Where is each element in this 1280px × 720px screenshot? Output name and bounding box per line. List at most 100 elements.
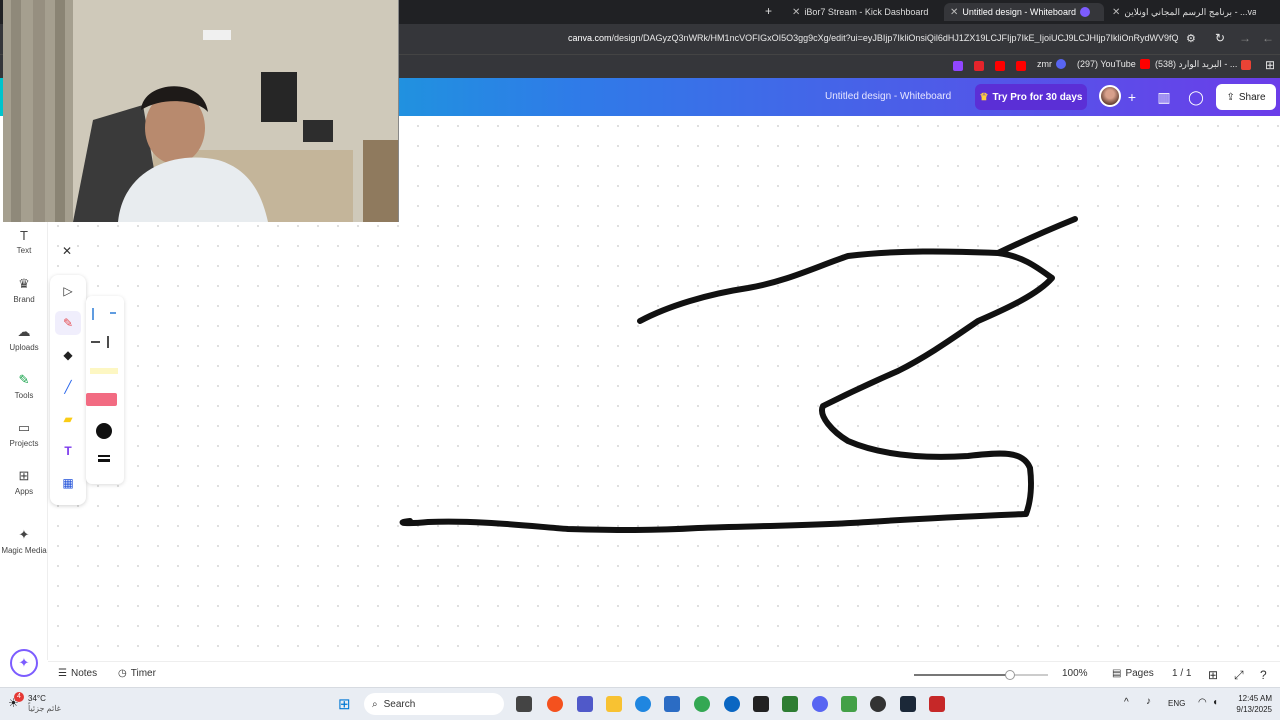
reload-icon[interactable]: ↻ [1215, 31, 1225, 45]
webcam-overlay [3, 0, 399, 222]
pen-options-panel [86, 296, 132, 484]
sidebar-item-label: Brand [13, 295, 35, 304]
pages-button[interactable]: ▤ Pages [1112, 668, 1154, 679]
task-view-icon[interactable] [516, 696, 532, 712]
share-label: Share [1238, 91, 1266, 103]
tools-icon: ✎ [18, 372, 30, 387]
back-icon[interactable]: ← [1262, 31, 1274, 45]
bookmark-zmr[interactable]: zmr [1037, 59, 1066, 69]
close-tab-icon[interactable]: ✕ [950, 7, 958, 18]
left-sidebar: T Text ♛ Brand ☁ Uploads ✎ Tools ▭ Proje… [0, 222, 48, 660]
start-icon[interactable]: ⊞ [338, 695, 351, 713]
close-tab-icon[interactable]: ✕ [792, 7, 800, 18]
webcam-image [3, 0, 398, 222]
notes-button[interactable]: ☰ Notes [58, 668, 97, 679]
app-icon[interactable] [753, 696, 769, 712]
obs-icon[interactable] [870, 696, 886, 712]
timer-button[interactable]: ◷ Timer [118, 668, 156, 679]
language-indicator[interactable]: ENG [1168, 699, 1185, 708]
sidebar-item-label: Apps [14, 487, 34, 496]
url-path: /design/DAGyzQ3nWRk/HM1ncVOFIGxOI5O3gg9c… [611, 33, 1178, 43]
app-icon[interactable] [724, 696, 740, 712]
pen-color-swatch[interactable] [96, 423, 112, 439]
weather-widget[interactable]: ☀ 4 34°C غائم جزئياً [8, 692, 61, 714]
document-title[interactable]: Untitled design - Whiteboard [825, 91, 951, 102]
clock-time: 12:45 AM [1238, 694, 1272, 703]
zoom-slider[interactable] [914, 670, 1048, 680]
url-domain: canva.com [568, 33, 612, 43]
sidebar-item-projects[interactable]: ▭ Projects [0, 420, 48, 448]
store-icon[interactable] [664, 696, 680, 712]
table-tool-icon[interactable]: ▦ [55, 471, 81, 495]
system-clock[interactable]: 12:45 AM 9/13/2025 [1192, 693, 1272, 715]
youtube-icon[interactable] [995, 61, 1005, 71]
zoom-level[interactable]: 100% [1062, 668, 1088, 679]
forward-icon[interactable]: → [1239, 31, 1251, 45]
text-tool-icon[interactable]: T [55, 439, 81, 463]
tray-overflow-icon[interactable]: ^ [1124, 697, 1129, 708]
bookmark-gmail[interactable]: (538) البريد الوارد - ... [1155, 59, 1252, 70]
canva-icon [1079, 7, 1090, 17]
youtube-icon[interactable] [1016, 61, 1026, 71]
file-explorer-icon[interactable] [606, 696, 622, 712]
line-tool-icon[interactable]: ╱ [55, 375, 81, 399]
sidebar-item-tools[interactable]: ✎ Tools [0, 372, 48, 400]
share-button[interactable]: ⇪ Share [1216, 84, 1276, 110]
discord-icon[interactable] [812, 696, 828, 712]
folder-icon: ▭ [17, 420, 31, 435]
teams-icon[interactable] [577, 696, 593, 712]
insights-button[interactable]: ▥ [1150, 84, 1178, 110]
bookmark-youtube[interactable]: (297) YouTube [1077, 59, 1150, 69]
app-icon[interactable] [929, 696, 945, 712]
sidebar-item-text[interactable]: T Text [0, 228, 48, 255]
twitch-icon[interactable] [953, 61, 963, 71]
apps-grid-icon[interactable]: ⊞ [1265, 58, 1275, 72]
chrome-icon[interactable] [694, 696, 710, 712]
help-icon[interactable]: ? [1260, 668, 1267, 682]
sparkle-icon: ✦ [18, 655, 30, 670]
site-settings-icon[interactable]: ⚙ [1186, 32, 1196, 45]
microphone-icon[interactable]: ♪ [1146, 696, 1151, 707]
url-field[interactable]: canva.com/design/DAGyzQ3nWRk/HM1ncVOFIGx… [568, 33, 1178, 43]
freehand-stroke[interactable] [995, 216, 1078, 256]
bookmark-label: (538) البريد الوارد - ... [1155, 59, 1238, 69]
stroke-weight-icon[interactable] [98, 455, 110, 457]
sticky-note-tool-icon[interactable]: ▰ [55, 407, 81, 431]
text-icon: T [20, 228, 28, 243]
stroke-weight-icon[interactable] [98, 459, 110, 462]
close-tools-button[interactable]: ✕ [60, 244, 74, 258]
taskbar-search[interactable]: ⌕ Search [364, 693, 504, 715]
try-pro-button[interactable]: ♛ Try Pro for 30 days [975, 84, 1087, 110]
sidebar-item-uploads[interactable]: ☁ Uploads [0, 324, 48, 352]
shapes-tool-icon[interactable]: ◆ [55, 343, 81, 367]
sidebar-item-apps[interactable]: ⊞ Apps [0, 468, 48, 496]
tab-kick-dashboard[interactable]: ✕ iBor7 Stream - Kick Dashboard [786, 3, 936, 21]
freehand-stroke[interactable] [399, 248, 1055, 533]
sidebar-item-brand[interactable]: ♛ Brand [0, 276, 48, 304]
tab-label: iBor7 Stream - Kick Dashboard [804, 7, 929, 17]
copilot-icon[interactable] [547, 696, 563, 712]
app-icon[interactable] [841, 696, 857, 712]
bar-chart-icon: ▥ [1157, 88, 1171, 105]
magic-assistant-button[interactable]: ✦ [10, 649, 38, 677]
tab-canva-whiteboard[interactable]: ✕ Untitled design - Whiteboard [944, 3, 1104, 21]
steam-icon[interactable] [900, 696, 916, 712]
pen-tool-icon[interactable]: ✎ [55, 311, 81, 335]
avatar[interactable] [1099, 85, 1121, 107]
bookmark-icon[interactable] [974, 61, 984, 71]
grid-view-icon[interactable]: ⊞ [1208, 668, 1218, 682]
sidebar-item-magic-media[interactable]: ✦ Magic Media [0, 527, 48, 555]
select-tool-icon[interactable]: ▷ [55, 279, 81, 303]
fullscreen-icon[interactable]: ⤢ [1234, 668, 1244, 683]
tab-drawing-program[interactable]: ✕ برنامج الرسم المجاني اونلاين - ...va [1106, 3, 1256, 21]
zoom-slider-handle[interactable] [1005, 670, 1016, 680]
edge-icon[interactable] [635, 696, 651, 712]
comments-button[interactable]: ◯ [1182, 84, 1210, 110]
new-tab-icon[interactable]: + [765, 4, 772, 18]
app-icon[interactable] [782, 696, 798, 712]
add-collaborator-button[interactable]: + [1118, 84, 1146, 110]
close-tab-icon[interactable]: ✕ [1112, 7, 1120, 18]
highlighter-option-icon[interactable] [90, 368, 118, 374]
plus-icon: + [1127, 89, 1137, 105]
highlighter-color-swatch[interactable] [86, 393, 117, 406]
